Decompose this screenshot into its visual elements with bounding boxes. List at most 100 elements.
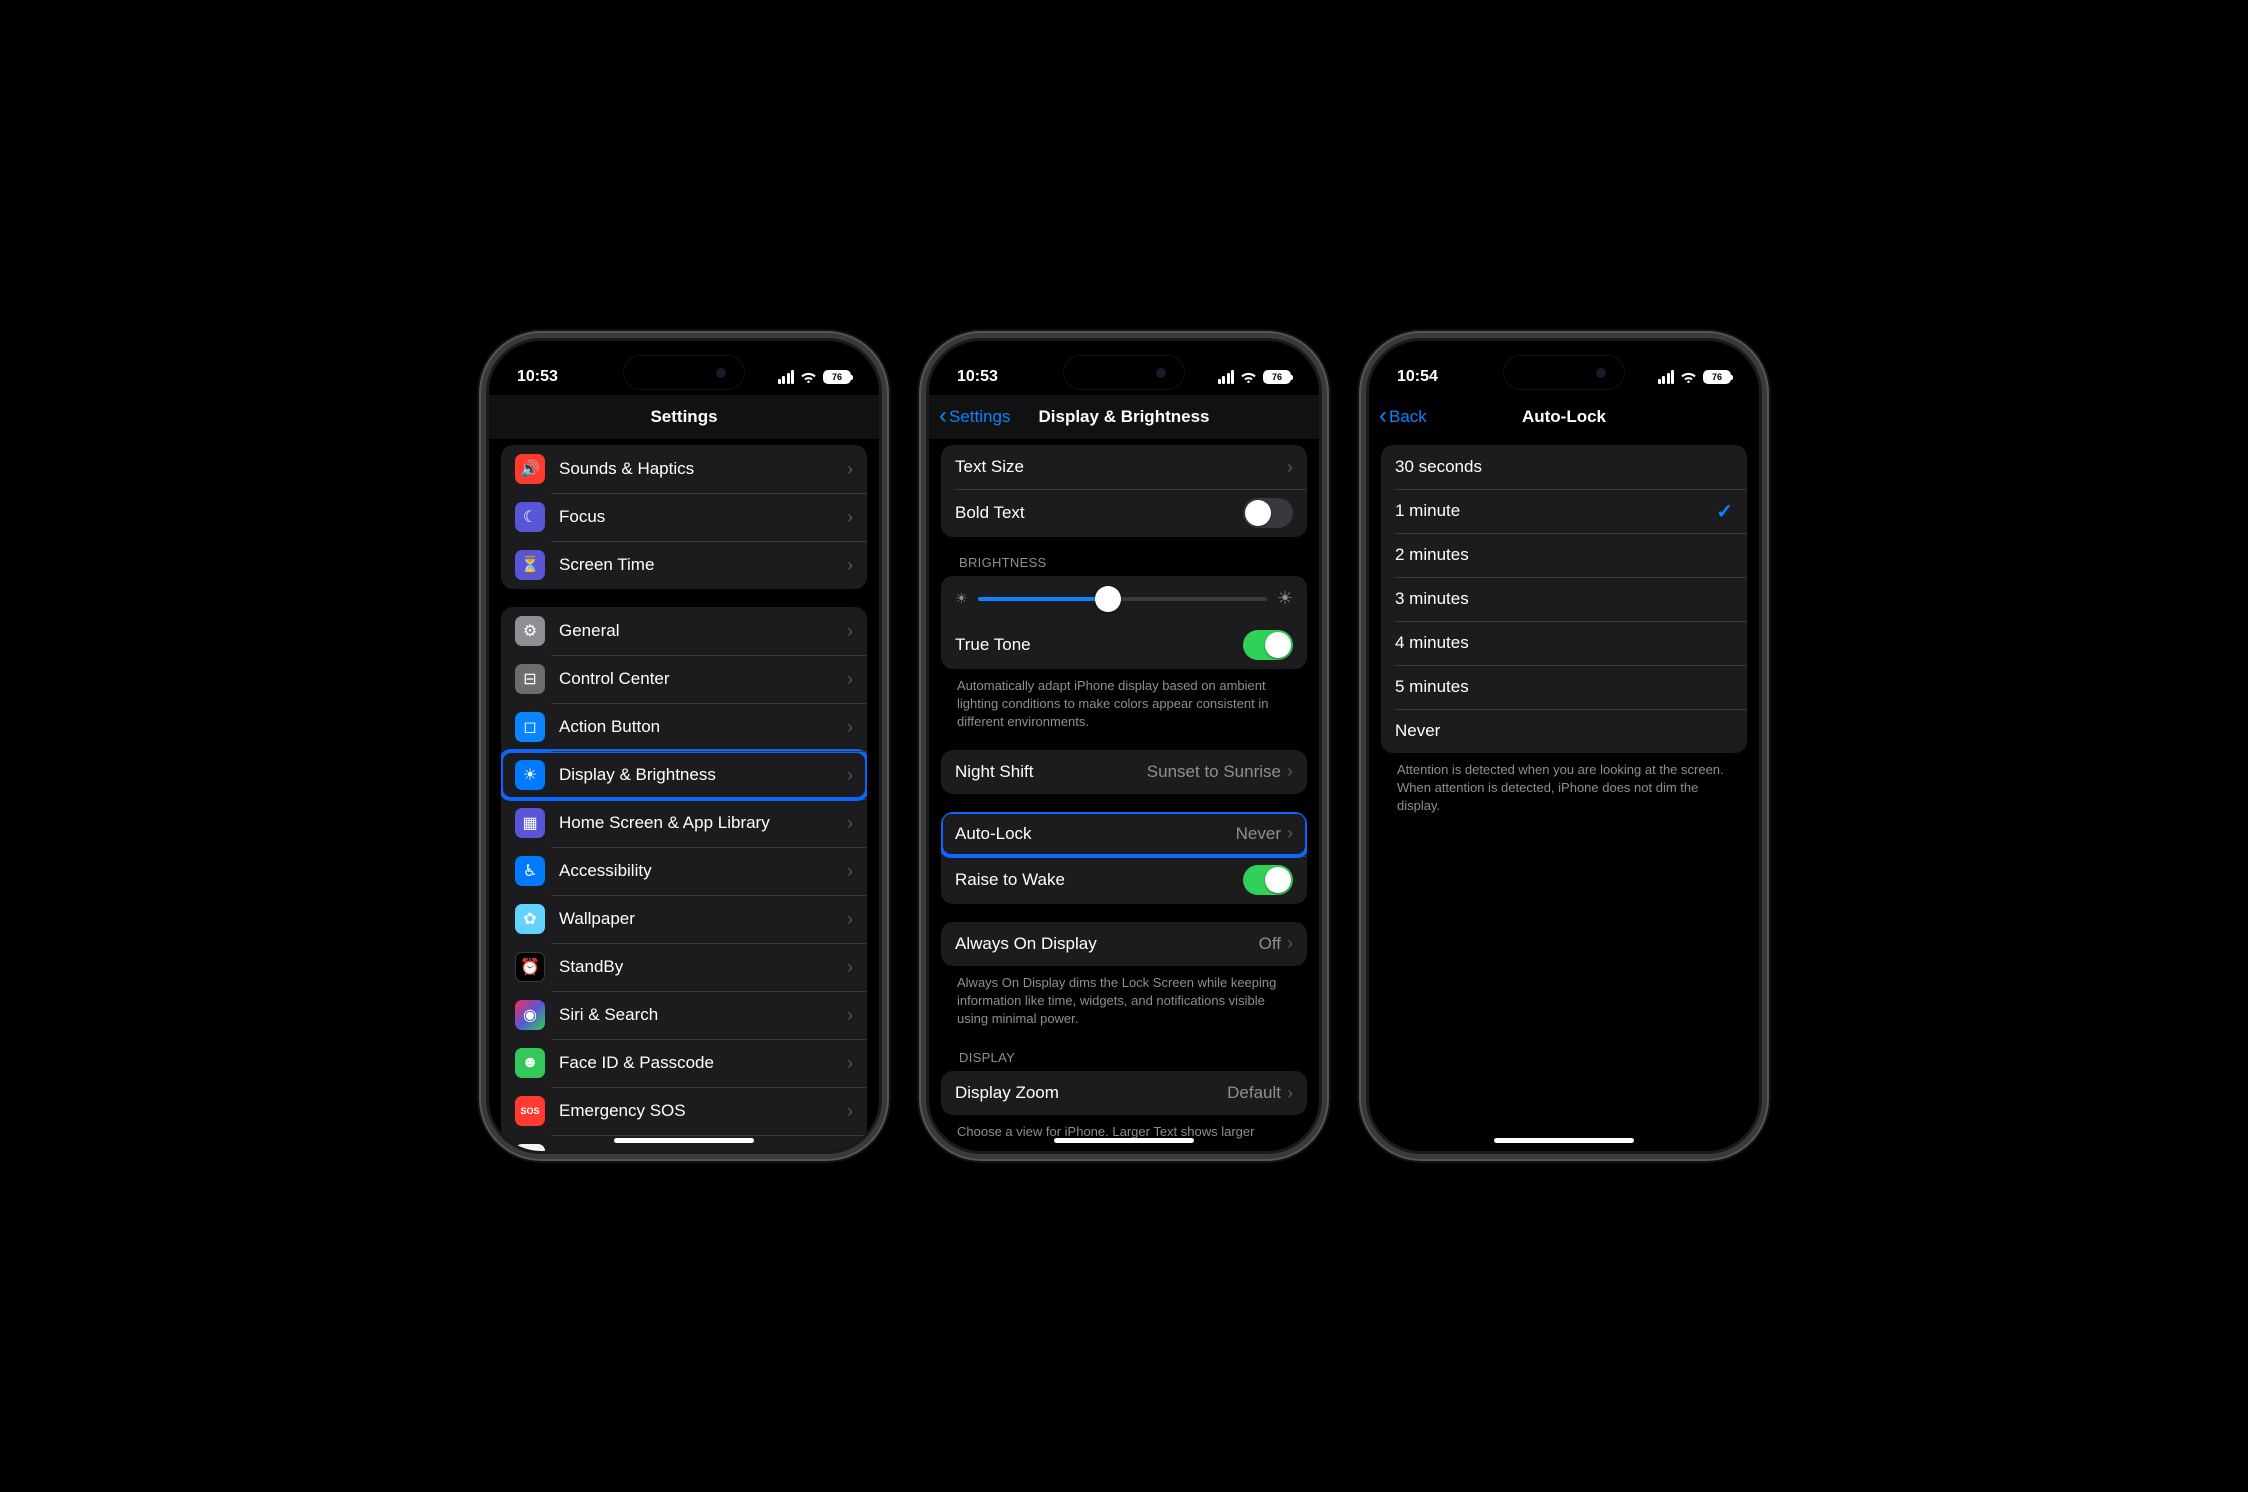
chevron-right-icon: › bbox=[847, 507, 853, 528]
wifi-icon bbox=[1680, 371, 1697, 384]
bold-text-row[interactable]: Bold Text bbox=[941, 489, 1307, 537]
siri-icon: ◉ bbox=[515, 1000, 545, 1030]
option-label: 1 minute bbox=[1395, 501, 1716, 521]
home-indicator bbox=[614, 1138, 754, 1143]
bold-text-switch[interactable] bbox=[1243, 498, 1293, 528]
settings-row-siri-search[interactable]: ◉Siri & Search› bbox=[501, 991, 867, 1039]
display-zoom-row[interactable]: Display Zoom Default › bbox=[941, 1071, 1307, 1115]
sos-icon: SOS bbox=[515, 1096, 545, 1126]
cellular-icon bbox=[778, 370, 795, 384]
chevron-right-icon: › bbox=[847, 765, 853, 786]
brightness-slider[interactable] bbox=[978, 597, 1267, 601]
settings-row-display-brightness[interactable]: ☀︎Display & Brightness› bbox=[501, 751, 867, 799]
settings-row-wallpaper[interactable]: ✿Wallpaper› bbox=[501, 895, 867, 943]
wifi-icon bbox=[1240, 371, 1257, 384]
navbar-title: Settings bbox=[650, 407, 717, 427]
chevron-right-icon: › bbox=[847, 459, 853, 480]
back-button[interactable]: ‹ Settings bbox=[939, 406, 1010, 428]
chevron-right-icon: › bbox=[1287, 761, 1293, 782]
screen-time-icon: ⏳ bbox=[515, 550, 545, 580]
always-on-row[interactable]: Always On Display Off › bbox=[941, 922, 1307, 966]
chevron-right-icon: › bbox=[847, 1101, 853, 1122]
chevron-right-icon: › bbox=[847, 813, 853, 834]
display-header: DISPLAY bbox=[941, 1032, 1307, 1071]
navbar-title: Auto-Lock bbox=[1522, 407, 1606, 427]
row-label: Night Shift bbox=[955, 762, 1147, 782]
true-tone-switch[interactable] bbox=[1243, 630, 1293, 660]
night-shift-row[interactable]: Night Shift Sunset to Sunrise › bbox=[941, 750, 1307, 794]
row-label: Control Center bbox=[559, 669, 847, 689]
settings-row-focus[interactable]: ☾ Focus› bbox=[501, 493, 867, 541]
status-time: 10:54 bbox=[1397, 368, 1438, 386]
auto-lock-option[interactable]: 4 minutes bbox=[1381, 621, 1747, 665]
brightness-group: ☀︎ ☀︎ True Tone bbox=[941, 576, 1307, 669]
row-label: Screen Time bbox=[559, 555, 847, 575]
sun-low-icon: ☀︎ bbox=[955, 590, 968, 607]
row-label: Focus bbox=[559, 507, 847, 527]
text-group: Text Size › Bold Text bbox=[941, 445, 1307, 537]
navbar-title: Display & Brightness bbox=[1039, 407, 1210, 427]
lock-group: Auto-Lock Never › Raise to Wake bbox=[941, 812, 1307, 904]
settings-row-accessibility[interactable]: ♿︎Accessibility› bbox=[501, 847, 867, 895]
settings-row-standby[interactable]: ⏰StandBy› bbox=[501, 943, 867, 991]
true-tone-desc: Automatically adapt iPhone display based… bbox=[941, 669, 1307, 736]
row-value: Default bbox=[1227, 1083, 1281, 1103]
chevron-right-icon: › bbox=[847, 957, 853, 978]
settings-group-main: ⚙︎General›⊟Control Center› ◻︎ Action Butto… bbox=[501, 607, 867, 1151]
raise-to-wake-row[interactable]: Raise to Wake bbox=[941, 856, 1307, 904]
accessibility-icon: ♿︎ bbox=[515, 856, 545, 886]
row-label: Action Button bbox=[559, 717, 847, 737]
settings-row-sounds-haptics[interactable]: 🔊Sounds & Haptics› bbox=[501, 445, 867, 493]
settings-group-top: 🔊Sounds & Haptics›☾Focus›⏳Screen Time› bbox=[501, 445, 867, 589]
focus-icon: ☾ bbox=[515, 502, 545, 532]
settings-row-control-center[interactable]: ⊟Control Center› bbox=[501, 655, 867, 703]
row-label: Always On Display bbox=[955, 934, 1259, 954]
navbar: ‹ Settings Display & Brightness bbox=[929, 395, 1319, 439]
back-label: Back bbox=[1389, 407, 1427, 427]
raise-to-wake-switch[interactable] bbox=[1243, 865, 1293, 895]
row-value: Never bbox=[1236, 824, 1281, 844]
row-label: Emergency SOS bbox=[559, 1101, 847, 1121]
chevron-right-icon: › bbox=[1287, 1083, 1293, 1104]
option-label: 2 minutes bbox=[1395, 545, 1733, 565]
row-label: Auto-Lock bbox=[955, 824, 1236, 844]
row-value: Off bbox=[1259, 934, 1281, 954]
faceid-icon: ☻ bbox=[515, 1048, 545, 1078]
auto-lock-option[interactable]: 3 minutes bbox=[1381, 577, 1747, 621]
battery-icon: 76 bbox=[1263, 370, 1291, 384]
settings-row-action-button[interactable]: ◻︎Action Button› bbox=[501, 703, 867, 751]
auto-lock-option[interactable]: 5 minutes bbox=[1381, 665, 1747, 709]
chevron-right-icon: › bbox=[1287, 933, 1293, 954]
row-label: Display Zoom bbox=[955, 1083, 1227, 1103]
action-button-icon: ◻︎ bbox=[515, 712, 545, 742]
display-zoom-group: Display Zoom Default › bbox=[941, 1071, 1307, 1115]
phone-settings: 10:53 76 Settings 🔊Sounds & Haptics›☾Foc… bbox=[489, 341, 879, 1151]
wifi-icon bbox=[800, 371, 817, 384]
auto-lock-option[interactable]: 1 minute✓ bbox=[1381, 489, 1747, 533]
auto-lock-row[interactable]: Auto-Lock Never › bbox=[941, 812, 1307, 856]
chevron-right-icon: › bbox=[847, 1149, 853, 1152]
battery-icon: 76 bbox=[1703, 370, 1731, 384]
sun-high-icon: ☀︎ bbox=[1277, 588, 1293, 609]
settings-row-emergency-sos[interactable]: SOS Emergency SOS› bbox=[501, 1087, 867, 1135]
option-label: 3 minutes bbox=[1395, 589, 1733, 609]
settings-row-general[interactable]: ⚙︎General› bbox=[501, 607, 867, 655]
settings-row-face-id-passcode[interactable]: ☻Face ID & Passcode› bbox=[501, 1039, 867, 1087]
settings-row-home-screen-app-library[interactable]: ▦Home Screen & App Library› bbox=[501, 799, 867, 847]
brightness-header: BRIGHTNESS bbox=[941, 537, 1307, 576]
brightness-slider-row[interactable]: ☀︎ ☀︎ bbox=[941, 576, 1307, 621]
auto-lock-option[interactable]: Never bbox=[1381, 709, 1747, 753]
row-label: Face ID & Passcode bbox=[559, 1053, 847, 1073]
navbar: ‹ Back Auto-Lock bbox=[1369, 395, 1759, 439]
text-size-row[interactable]: Text Size › bbox=[941, 445, 1307, 489]
exposure-icon: ✺ bbox=[515, 1144, 545, 1151]
auto-lock-option[interactable]: 30 seconds bbox=[1381, 445, 1747, 489]
row-label: Text Size bbox=[955, 457, 1287, 477]
back-button[interactable]: ‹ Back bbox=[1379, 406, 1427, 428]
chevron-left-icon: ‹ bbox=[939, 404, 947, 428]
auto-lock-option[interactable]: 2 minutes bbox=[1381, 533, 1747, 577]
status-time: 10:53 bbox=[517, 368, 558, 386]
true-tone-row[interactable]: True Tone bbox=[941, 621, 1307, 669]
chevron-right-icon: › bbox=[847, 1005, 853, 1026]
settings-row-screen-time[interactable]: ⏳Screen Time› bbox=[501, 541, 867, 589]
